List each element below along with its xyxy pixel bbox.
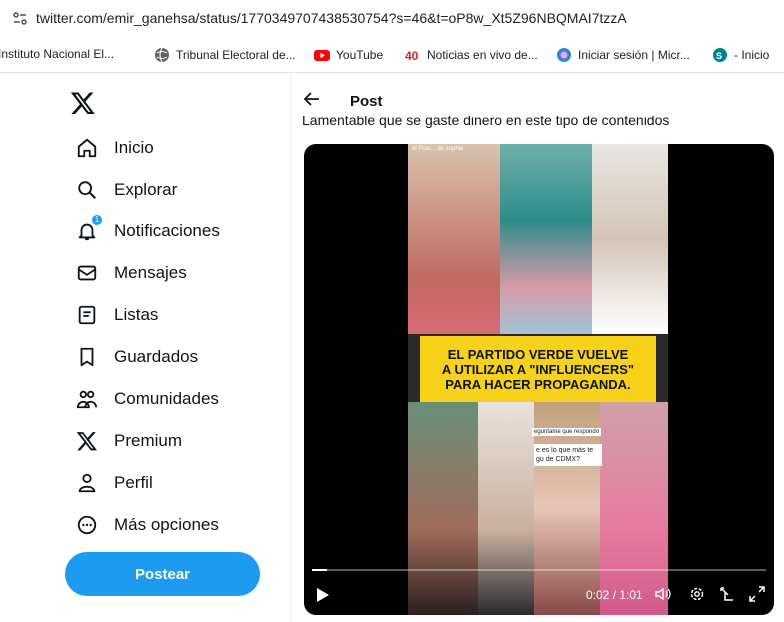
- microsoft-icon: [557, 48, 571, 62]
- site-info-icon[interactable]: [12, 11, 28, 27]
- news-icon: 40: [405, 49, 419, 63]
- notification-badge: 1: [92, 215, 102, 225]
- video-controls: 0:02 / 1:01: [304, 565, 774, 615]
- video-tile: [592, 144, 668, 334]
- video-overlay-question: e es lo que más te gu de CDMX?: [534, 444, 602, 466]
- sidebar-item-label: Listas: [114, 305, 159, 324]
- pip-icon[interactable]: [718, 585, 736, 603]
- bookmark-ine[interactable]: Instituto Nacional El...: [0, 47, 114, 61]
- sidebar-item-label: Más opciones: [114, 515, 219, 534]
- sidebar-item-guardados[interactable]: Guardados: [76, 342, 198, 372]
- home-icon: [77, 138, 97, 158]
- video-time: 0:02 / 1:01: [586, 588, 643, 602]
- bookmark-label: Tribunal Electoral de...: [176, 48, 296, 62]
- sidebar-item-label: Comunidades: [114, 389, 219, 408]
- sidebar-item-listas[interactable]: Listas: [76, 300, 158, 330]
- sidebar-item-label: Inicio: [114, 138, 154, 157]
- sidebar-item-explorar[interactable]: Explorar: [76, 175, 177, 205]
- sidebar-item-label: Mensajes: [114, 263, 187, 282]
- url-text[interactable]: twitter.com/emir_ganehsa/status/17703497…: [36, 10, 627, 26]
- banner-line: PARA HACER PROPAGANDA.: [445, 376, 631, 392]
- bookmark-label: Instituto Nacional El...: [0, 47, 115, 61]
- video-progress-fill: [312, 569, 327, 571]
- video-progress-bar[interactable]: [312, 569, 766, 571]
- back-arrow-icon[interactable]: [304, 92, 320, 106]
- mail-icon: [77, 265, 97, 281]
- list-icon: [78, 305, 96, 325]
- sidebar-item-mas-opciones[interactable]: Más opciones: [76, 510, 219, 540]
- communities-icon: [76, 390, 98, 409]
- post-header: Post: [290, 72, 784, 112]
- bookmark-noticias[interactable]: 40 Noticias en vivo de...: [405, 47, 538, 63]
- sidebar-item-notificaciones[interactable]: 1 Notificaciones: [76, 215, 220, 246]
- bookmark-microsoft[interactable]: Iniciar sesión | Micr...: [556, 47, 690, 63]
- sharepoint-icon: S: [713, 48, 727, 62]
- video-tile: [500, 144, 592, 334]
- person-icon: [78, 473, 96, 493]
- svg-text:S: S: [716, 51, 722, 61]
- sidebar-item-label: Notificaciones: [114, 221, 220, 240]
- sidebar-item-mensajes[interactable]: Mensajes: [76, 258, 187, 288]
- bookmark-label: Iniciar sesión | Micr...: [578, 48, 690, 62]
- sidebar-item-label: Perfil: [114, 473, 153, 492]
- sidebar-item-perfil[interactable]: Perfil: [76, 468, 153, 498]
- bookmark-label: - Inicio: [734, 48, 770, 62]
- sidebar-item-premium[interactable]: Premium: [76, 426, 182, 456]
- sidebar-item-label: Explorar: [114, 180, 178, 199]
- globe-icon: [155, 47, 169, 63]
- bookmark-label: YouTube: [336, 48, 384, 62]
- youtube-icon: [314, 50, 330, 61]
- main-column: Post Lamentable que se gaste dinero en e…: [290, 72, 784, 622]
- bookmark-icon: [80, 347, 94, 367]
- tweet-text: Lamentable que se gaste dinero en este t…: [302, 116, 669, 130]
- bookmark-label: Noticias en vivo de...: [427, 48, 538, 62]
- bookmark-youtube[interactable]: YouTube: [314, 47, 383, 63]
- bookmark-sharepoint[interactable]: S - Inicio: [712, 47, 769, 63]
- banner-line: A UTILIZAR A "INFLUENCERS": [441, 361, 635, 377]
- x-logo-icon[interactable]: [70, 90, 96, 116]
- bell-icon-wrap: 1: [76, 215, 102, 242]
- play-icon[interactable]: [316, 587, 330, 603]
- address-bar[interactable]: twitter.com/emir_ganehsa/status/17703497…: [0, 0, 784, 38]
- page-title: Post: [350, 93, 383, 110]
- tweet-text-content: Lamentable que se gaste dinero en este t…: [302, 116, 670, 128]
- sidebar: Inicio Explorar 1 Notificaciones Mensaje…: [0, 72, 291, 622]
- video-tile: [408, 144, 500, 334]
- sidebar-item-label: Guardados: [114, 347, 199, 366]
- post-button[interactable]: Postear: [65, 552, 260, 596]
- x-logo-icon: [76, 432, 97, 451]
- volume-icon[interactable]: [654, 585, 672, 603]
- settings-gear-icon[interactable]: [688, 585, 706, 603]
- bookmarks-bar: Instituto Nacional El... Tribunal Electo…: [0, 38, 784, 73]
- more-icon: [77, 515, 97, 535]
- sidebar-item-label: Premium: [114, 431, 183, 450]
- banner-line: EL PARTIDO VERDE VUELVE: [447, 346, 629, 362]
- video-overlay-caption: el Prac... de sophie: [412, 146, 464, 152]
- video-frame: el Prac... de sophie eguntame que respon…: [408, 144, 668, 615]
- video-banner: EL PARTIDO VERDE VUELVE A UTILIZAR A "IN…: [420, 336, 656, 402]
- search-icon: [78, 181, 96, 199]
- video-player[interactable]: el Prac... de sophie eguntame que respon…: [304, 144, 774, 615]
- bookmark-tribunal[interactable]: Tribunal Electoral de...: [154, 47, 296, 63]
- sidebar-item-comunidades[interactable]: Comunidades: [76, 384, 219, 414]
- sidebar-item-inicio[interactable]: Inicio: [76, 133, 154, 163]
- video-overlay-caption: eguntame que respondo: [532, 428, 602, 436]
- svg-text:40: 40: [405, 49, 419, 63]
- fullscreen-icon[interactable]: [748, 585, 766, 603]
